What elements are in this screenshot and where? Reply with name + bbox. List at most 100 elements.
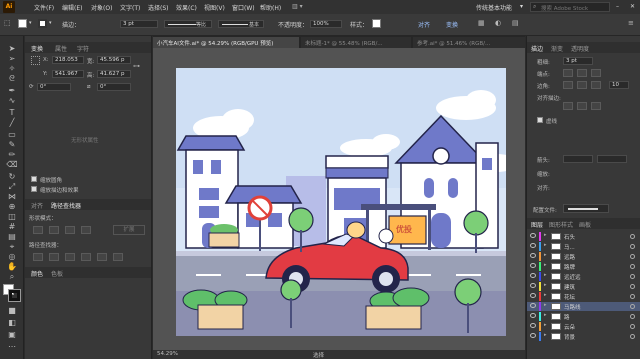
- scale-corners-checkbox[interactable]: [31, 176, 37, 182]
- tab-graphic-styles[interactable]: 图形样式: [549, 220, 573, 229]
- tab-align[interactable]: 对齐: [31, 201, 43, 210]
- screen-mode-icon[interactable]: ▣: [6, 330, 18, 339]
- tab-layers[interactable]: 图层: [531, 220, 543, 229]
- layer-row[interactable]: ▸ 背景: [527, 332, 640, 341]
- visibility-eye-icon[interactable]: [530, 283, 536, 288]
- weight-field[interactable]: 3 pt: [563, 57, 593, 65]
- crop-icon[interactable]: [81, 253, 91, 261]
- dashed-line-checkbox[interactable]: [537, 117, 543, 123]
- visibility-eye-icon[interactable]: [530, 243, 536, 248]
- layer-row[interactable]: ▸ 花坛: [527, 292, 640, 301]
- type-tool-icon[interactable]: T: [6, 108, 18, 117]
- brush-definition[interactable]: 基本: [218, 20, 264, 28]
- mesh-icon[interactable]: #: [6, 222, 18, 231]
- align-link[interactable]: 对齐: [418, 20, 430, 29]
- chevron-right-icon[interactable]: ▸: [544, 312, 547, 318]
- canvas-area[interactable]: 优投: [153, 48, 525, 350]
- chevron-right-icon[interactable]: ▸: [544, 242, 547, 248]
- zoom-level[interactable]: 54.29%: [157, 351, 178, 357]
- visibility-eye-icon[interactable]: [530, 313, 536, 318]
- chevron-right-icon[interactable]: ▸: [544, 272, 547, 278]
- round-join-icon[interactable]: [577, 81, 587, 89]
- opacity-field[interactable]: 100%: [310, 20, 342, 28]
- layer-row[interactable]: ▸ 远近远: [527, 272, 640, 281]
- eraser-icon[interactable]: ⌫: [6, 160, 18, 169]
- exclude-icon[interactable]: [81, 226, 91, 234]
- stroke-swatch[interactable]: [38, 19, 47, 28]
- x-field[interactable]: 218.053: [52, 56, 84, 64]
- menu-edit[interactable]: 编辑(E): [62, 3, 82, 12]
- curvature-tool-icon[interactable]: ∿: [6, 96, 18, 105]
- tab-color[interactable]: 颜色: [31, 269, 43, 278]
- menu-object[interactable]: 对象(O): [91, 3, 112, 12]
- target-icon[interactable]: [630, 334, 635, 339]
- isolate-icon[interactable]: ▦: [478, 19, 485, 27]
- reference-point-icon[interactable]: [31, 56, 40, 65]
- butt-cap-icon[interactable]: [563, 69, 573, 77]
- workspace-switcher[interactable]: 传统基本功能: [476, 3, 512, 12]
- direct-selection-tool-icon[interactable]: ➢: [6, 54, 18, 63]
- rotate-field[interactable]: 0°: [37, 83, 71, 91]
- chevron-right-icon[interactable]: ▸: [544, 282, 547, 288]
- artboard[interactable]: 优投: [176, 68, 506, 336]
- stroke-color-icon[interactable]: [8, 289, 21, 302]
- menu-help[interactable]: 帮助(H): [260, 3, 281, 12]
- link-icon[interactable]: ⊶: [133, 62, 140, 70]
- pen-tool-icon[interactable]: ✒: [6, 86, 18, 95]
- tab-properties[interactable]: 属性: [55, 44, 67, 53]
- y-field[interactable]: 541.967: [52, 70, 84, 78]
- blend-icon[interactable]: ◎: [6, 252, 18, 261]
- target-icon[interactable]: [630, 254, 635, 259]
- layer-row[interactable]: ▸ 石头: [527, 232, 640, 241]
- target-icon[interactable]: [630, 274, 635, 279]
- expand-button[interactable]: 扩展: [113, 225, 145, 235]
- chevron-right-icon[interactable]: ▸: [544, 262, 547, 268]
- minimize-button[interactable]: –: [616, 3, 619, 10]
- target-icon[interactable]: [630, 294, 635, 299]
- pencil-icon[interactable]: ✏: [6, 150, 18, 159]
- rotate-tool-icon[interactable]: ↻: [6, 172, 18, 181]
- tab-stroke[interactable]: 描边: [531, 44, 543, 53]
- bevel-join-icon[interactable]: [591, 81, 601, 89]
- intersect-icon[interactable]: [65, 226, 75, 234]
- height-field[interactable]: 41.627 p: [97, 70, 131, 78]
- visibility-eye-icon[interactable]: [530, 323, 536, 328]
- chevron-right-icon[interactable]: ▸: [544, 302, 547, 308]
- round-cap-icon[interactable]: [577, 69, 587, 77]
- lasso-icon[interactable]: ᘓ: [6, 74, 18, 83]
- shear-field[interactable]: 0°: [97, 83, 131, 91]
- menu-select[interactable]: 选择(S): [148, 3, 169, 12]
- menu-file[interactable]: 文件(F): [34, 3, 54, 12]
- tab-character[interactable]: 字符: [77, 44, 89, 53]
- magic-wand-icon[interactable]: ✧: [6, 64, 18, 73]
- zoom-tool-icon[interactable]: ⌕: [6, 272, 18, 281]
- close-icon[interactable]: ✕: [630, 3, 635, 10]
- more-tools-icon[interactable]: ⋯: [6, 342, 18, 351]
- transform-link[interactable]: 变换: [446, 20, 458, 29]
- chevron-right-icon[interactable]: ▸: [544, 292, 547, 298]
- rectangle-tool-icon[interactable]: ▭: [6, 130, 18, 139]
- align-inside-icon[interactable]: [577, 102, 587, 110]
- layer-row[interactable]: ▸ 云朵: [527, 322, 640, 331]
- chevron-right-icon[interactable]: ▸: [544, 252, 547, 258]
- target-icon[interactable]: [630, 304, 635, 309]
- eyedropper-icon[interactable]: ⌖: [6, 242, 18, 251]
- visibility-eye-icon[interactable]: [530, 273, 536, 278]
- visibility-eye-icon[interactable]: [530, 333, 536, 338]
- visibility-eye-icon[interactable]: [530, 293, 536, 298]
- tab-document-car[interactable]: 小汽车AI文件.ai* @ 54.29% (RGB/GPU 预览): [153, 37, 299, 48]
- menu-type[interactable]: 文字(T): [120, 3, 140, 12]
- layer-row[interactable]: ▸ 马路线: [527, 302, 640, 311]
- minus-back-icon[interactable]: [113, 253, 123, 261]
- square-cap-icon[interactable]: [591, 69, 601, 77]
- gradient-icon[interactable]: ▤: [6, 232, 18, 241]
- bridge-icon[interactable]: ▥ ▾: [292, 3, 303, 10]
- color-mode-icon[interactable]: ■: [6, 306, 18, 315]
- tab-document-reference[interactable]: 参考.ai* @ 51.46% (RGB/...: [413, 37, 525, 48]
- layer-row[interactable]: ▸ 马...: [527, 242, 640, 251]
- target-icon[interactable]: [630, 264, 635, 269]
- arrow-start-select[interactable]: [563, 155, 593, 163]
- graphic-style-swatch[interactable]: [372, 19, 381, 28]
- recolor-icon[interactable]: ◐: [495, 19, 501, 27]
- layer-row[interactable]: ▸ 路牌: [527, 262, 640, 271]
